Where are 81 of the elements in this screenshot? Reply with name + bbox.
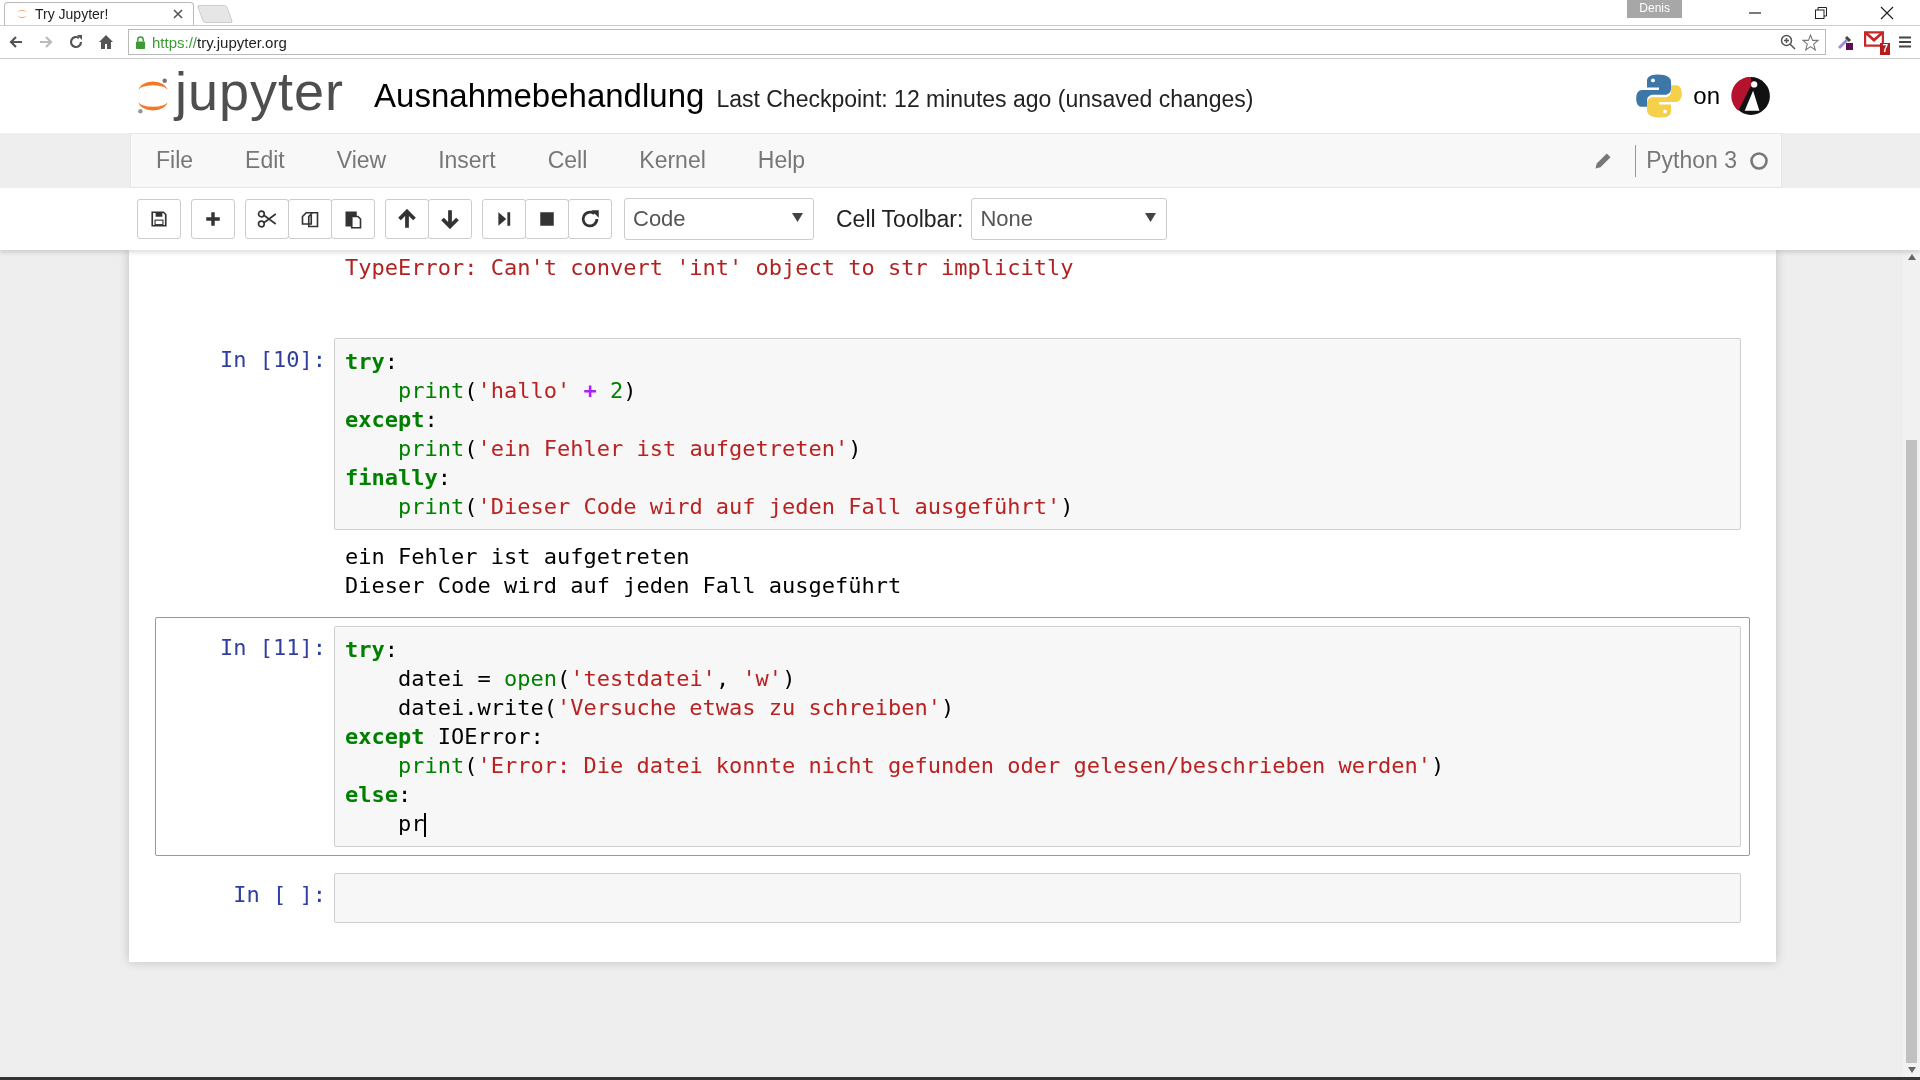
code-line: pr bbox=[396, 810, 428, 838]
caret-icon bbox=[792, 213, 803, 222]
menu-item[interactable]: Edit bbox=[245, 147, 285, 174]
move-down-button[interactable] bbox=[428, 199, 472, 239]
plus-icon bbox=[204, 210, 222, 228]
save-button[interactable] bbox=[137, 199, 181, 239]
python-logo-icon bbox=[1635, 72, 1684, 120]
output-text: TypeError: Can't convert 'int' object to str implicitly bbox=[344, 254, 1075, 282]
code-line: finally: bbox=[345, 464, 452, 492]
restore-icon[interactable] bbox=[1814, 5, 1828, 20]
insert-cell-button[interactable] bbox=[191, 199, 235, 239]
cell-toolbar-select[interactable]: None bbox=[971, 198, 1168, 240]
scroll-up-icon[interactable] bbox=[1907, 254, 1916, 260]
code-cell[interactable]: TypeError: Can't convert 'int' object to str implicitly bbox=[155, 252, 1750, 321]
code-cell[interactable]: In [ ]: bbox=[155, 864, 1750, 932]
close-icon[interactable] bbox=[1880, 5, 1894, 20]
notebook-name[interactable]: Ausnahmebehandlung bbox=[374, 77, 705, 115]
code-line: datei = open('testdatei', 'w') bbox=[396, 665, 797, 693]
arrow-down-icon bbox=[440, 209, 460, 229]
favicon-icon bbox=[15, 7, 29, 21]
code-line: else: bbox=[345, 781, 413, 809]
url-text: https://try.jupyter.org bbox=[152, 33, 287, 51]
output-text: Dieser Code wird auf jeden Fall ausgeführt bbox=[344, 572, 903, 600]
code-line: except IOError: bbox=[345, 723, 545, 751]
caret-icon bbox=[1145, 213, 1157, 222]
paste-button[interactable] bbox=[331, 199, 375, 239]
lock-icon bbox=[135, 35, 146, 49]
code-line: datei.write('Versuche etwas zu schreiben') bbox=[396, 694, 956, 722]
back-icon[interactable] bbox=[8, 34, 24, 50]
output-text: ein Fehler ist aufgetreten bbox=[344, 543, 691, 571]
zoom-icon[interactable] bbox=[1780, 34, 1796, 50]
tab-title: Try Jupyter! bbox=[35, 6, 110, 22]
code-line: print('Error: Die datei konnte nicht gefunden oder gelesen/beschrieben werden') bbox=[396, 752, 1446, 780]
code-cell[interactable]: In [11]: try: datei = open('testdatei', 'w') datei.write('Versuche etwas zu schreiben') except IOError: print('Error: Die datei konnte nicht gefunden oder gelesen/beschrieben werden') else: pr bbox=[155, 617, 1750, 856]
code-line: print('Dieser Code wird auf jeden Fall ausgeführt') bbox=[396, 493, 1075, 521]
menu-icon[interactable] bbox=[1898, 35, 1912, 49]
scroll-down-icon[interactable] bbox=[1907, 1067, 1916, 1073]
eyedropper-icon[interactable] bbox=[1836, 33, 1854, 51]
restart-button[interactable] bbox=[568, 199, 612, 239]
menu-item[interactable]: Cell bbox=[547, 147, 588, 174]
stop-button[interactable] bbox=[525, 199, 569, 239]
reload-icon[interactable] bbox=[68, 34, 84, 50]
code-editor[interactable]: try: print('hallo' + 2) except: print('ein Fehler ist aufgetreten') finally: print('Dieser Code wird auf jeden Fall ausgeführt') bbox=[334, 338, 1741, 530]
input-prompt: In [11]: bbox=[220, 635, 326, 660]
close-icon[interactable] bbox=[173, 9, 183, 19]
move-up-button[interactable] bbox=[385, 199, 429, 239]
input-prompt: In [ ]: bbox=[233, 882, 326, 907]
browser-tab[interactable]: Try Jupyter! bbox=[4, 2, 194, 25]
input-prompt: In [10]: bbox=[220, 347, 326, 372]
home-icon[interactable] bbox=[98, 34, 114, 50]
star-icon[interactable] bbox=[1802, 33, 1819, 51]
logo-icon bbox=[1730, 75, 1772, 117]
copy-button[interactable] bbox=[288, 199, 332, 239]
code-line: try: bbox=[345, 348, 399, 376]
reload-icon bbox=[580, 209, 600, 229]
checkpoint-status: Last Checkpoint: 12 minutes ago (unsaved changes) bbox=[716, 85, 1254, 113]
mail-count-badge: 7 bbox=[1880, 43, 1890, 55]
code-line: print('ein Fehler ist aufgetreten') bbox=[396, 435, 863, 463]
arrow-up-icon bbox=[397, 209, 417, 229]
cell-toolbar-label: Cell Toolbar: bbox=[836, 205, 964, 233]
menu-item[interactable]: File bbox=[156, 147, 194, 174]
menu-item[interactable]: Kernel bbox=[639, 147, 706, 174]
code-editor[interactable]: try: datei = open('testdatei', 'w') datei.write('Versuche etwas zu schreiben') except IOError: print('Error: Die datei konnte nicht gefunden oder gelesen/beschrieben werden') else: pr bbox=[334, 626, 1741, 847]
code-line: try: bbox=[345, 636, 399, 664]
address-field[interactable]: https://try.jupyter.org bbox=[128, 29, 1826, 55]
save-icon bbox=[150, 210, 168, 228]
run-button[interactable] bbox=[482, 199, 526, 239]
step-forward-icon bbox=[495, 210, 513, 228]
code-line: print('hallo' + 2) bbox=[396, 377, 638, 405]
kernel-name[interactable]: Python 3 bbox=[1646, 147, 1737, 174]
copy-icon bbox=[300, 209, 320, 229]
cell-type-select[interactable]: Code bbox=[624, 198, 814, 240]
cut-button[interactable] bbox=[245, 199, 289, 239]
menu-item[interactable]: Help bbox=[757, 147, 806, 174]
code-line: except: bbox=[345, 406, 439, 434]
menu-item[interactable]: View bbox=[336, 147, 387, 174]
menu-item[interactable]: Insert bbox=[438, 147, 496, 174]
scissors-icon bbox=[257, 209, 277, 229]
paste-icon bbox=[343, 209, 363, 229]
stop-icon bbox=[538, 210, 556, 228]
on-text: on bbox=[1693, 82, 1720, 110]
